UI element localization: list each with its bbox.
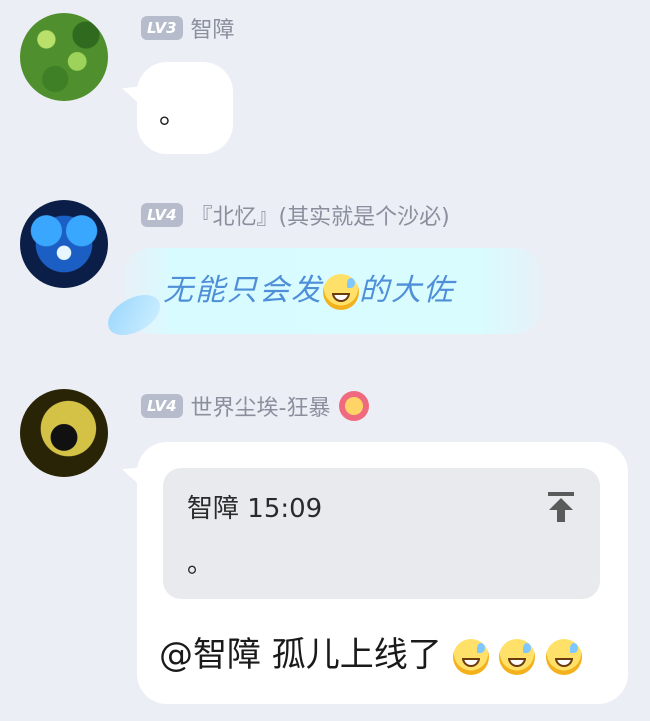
sweat-smile-icon — [499, 638, 536, 675]
level-badge: LV4 — [141, 203, 183, 227]
quoted-header: 智障 15:09 — [187, 488, 322, 525]
fancy-text-before: 无能只会发 — [163, 273, 323, 308]
sender-name[interactable]: 『北忆』(其实就是个沙必) — [191, 199, 450, 231]
message-meta: LV4 『北忆』(其实就是个沙必) — [141, 200, 450, 230]
message-bubble[interactable]: 。 — [137, 62, 233, 154]
sender-name[interactable]: 世界尘埃-狂暴 — [191, 390, 331, 422]
quoted-message[interactable]: 智障 15:09 。 — [163, 468, 600, 599]
message-text: @智障 孤儿上线了 — [159, 627, 583, 676]
quoted-text: 。 — [187, 549, 214, 579]
message-text-body: @智障 孤儿上线了 — [159, 635, 442, 675]
flower-smile-icon — [338, 391, 369, 421]
quoted-author: 智障 — [187, 494, 240, 524]
message-text: 。 — [159, 97, 188, 130]
sender-name[interactable]: 智障 — [191, 12, 235, 44]
message-meta: LV3 智障 — [141, 13, 235, 43]
quoted-time: 15:09 — [247, 494, 323, 524]
scroll-to-top-icon[interactable] — [546, 490, 576, 524]
level-badge: LV4 — [141, 394, 183, 418]
sweat-smile-icon — [546, 638, 583, 675]
avatar[interactable] — [20, 200, 108, 288]
fancy-message: 无能只会发 的大佐 — [163, 265, 455, 310]
sweat-smile-icon — [323, 274, 359, 310]
fancy-text-after: 的大佐 — [359, 273, 455, 308]
sweat-smile-icon — [452, 638, 489, 675]
avatar[interactable] — [20, 389, 108, 477]
level-badge: LV3 — [141, 16, 183, 40]
avatar[interactable] — [20, 13, 108, 101]
message-meta: LV4 世界尘埃-狂暴 — [141, 391, 369, 421]
